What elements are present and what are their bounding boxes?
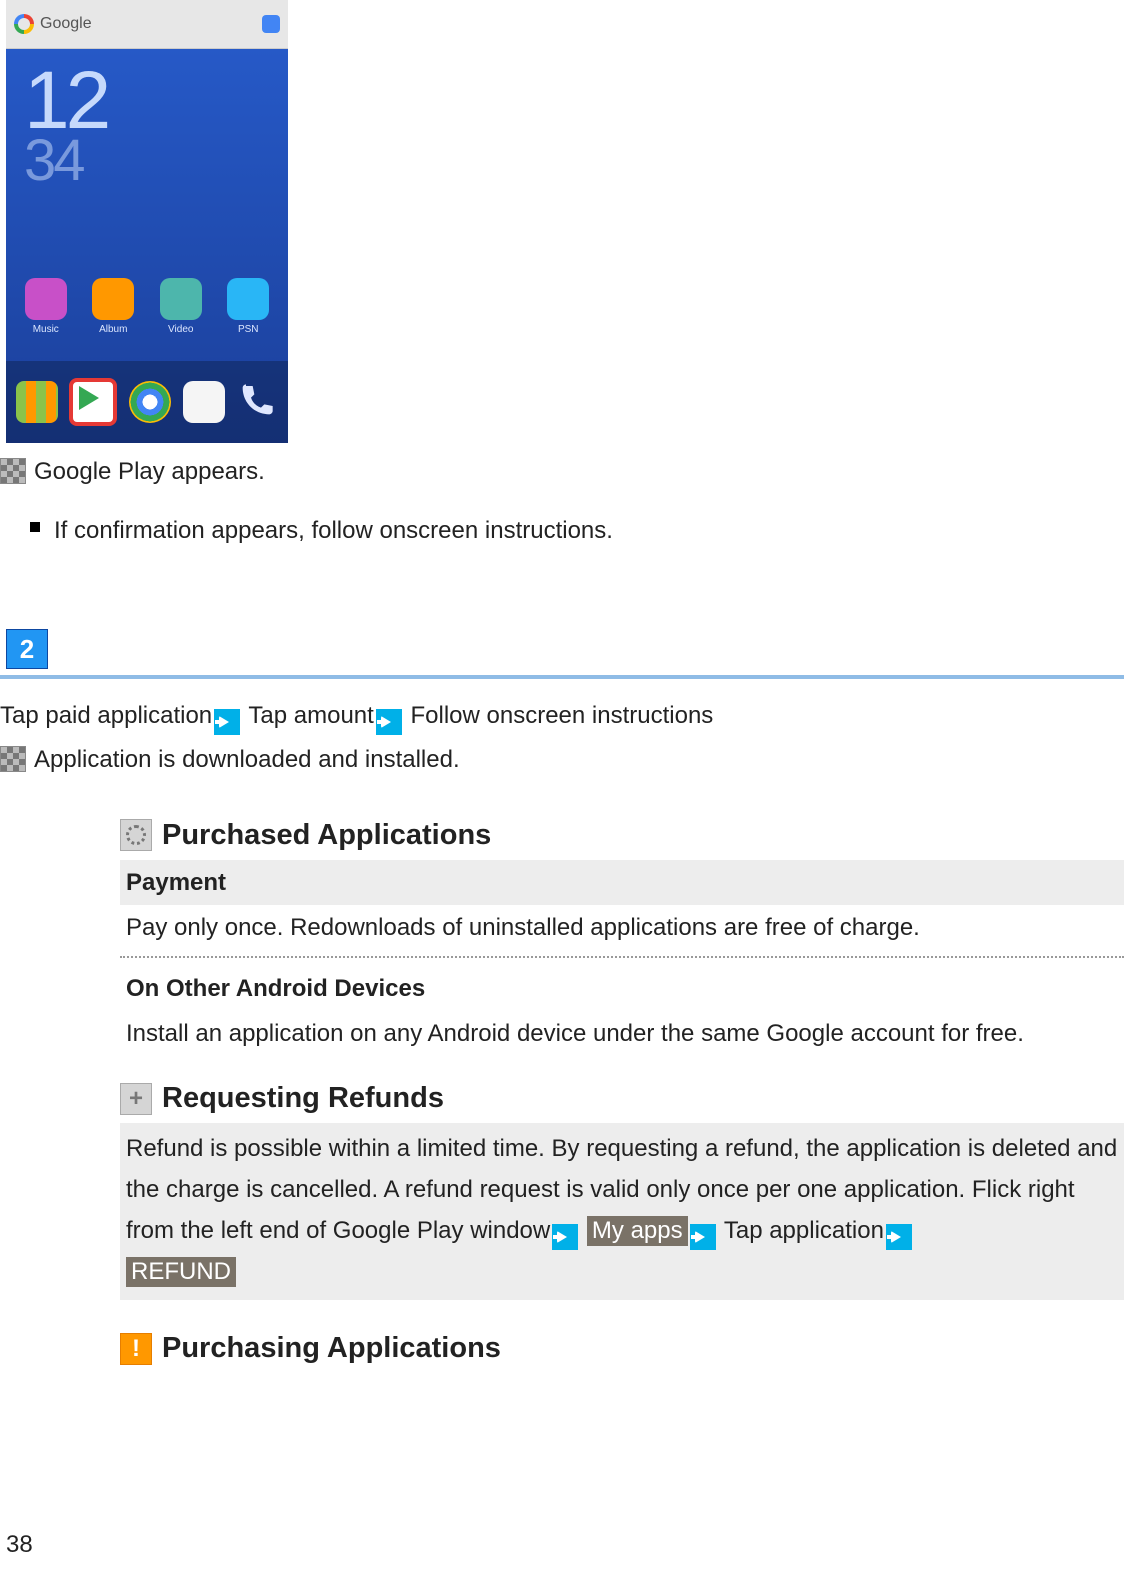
sub-block-other-devices: On Other Android Devices Install an appl… xyxy=(120,966,1124,1056)
note-confirmation: If confirmation appears, follow onscreen… xyxy=(30,512,1124,549)
google-icon xyxy=(14,14,34,34)
phone-dock xyxy=(6,361,288,443)
result-line-google-play: Google Play appears. xyxy=(0,453,1124,490)
result-icon xyxy=(0,458,26,484)
arrow-icon xyxy=(214,709,240,735)
section-title-purchasing: Purchasing Applications xyxy=(162,1326,501,1371)
dotted-divider xyxy=(120,956,1124,958)
app-video: Video xyxy=(160,278,202,335)
chip-my-apps: My apps xyxy=(587,1216,688,1246)
result-icon xyxy=(0,746,26,772)
phone-status-text: Google xyxy=(40,15,92,33)
app-psn: PSN xyxy=(227,278,269,335)
plus-icon xyxy=(120,1083,152,1115)
mail-icon xyxy=(183,381,225,423)
clock-minute: 34 xyxy=(24,132,107,190)
phone-clock-widget: 12 34 xyxy=(24,60,107,194)
arrow-icon xyxy=(376,709,402,735)
step-number-badge: 2 xyxy=(6,629,48,669)
section-header-purchasing: ! Purchasing Applications xyxy=(120,1326,1124,1371)
chrome-icon xyxy=(129,381,171,423)
sub-title-other: On Other Android Devices xyxy=(120,966,1124,1011)
app-music: Music xyxy=(25,278,67,335)
sub-block-payment: Payment Pay only once. Redownloads of un… xyxy=(120,860,1124,950)
arrow-icon xyxy=(552,1224,578,1250)
exclamation-icon: ! xyxy=(120,1333,152,1365)
chip-refund: REFUND xyxy=(126,1257,236,1287)
sub-title-payment: Payment xyxy=(120,860,1124,905)
arrow-icon xyxy=(690,1224,716,1250)
section-header-refunds: Requesting Refunds xyxy=(120,1076,1124,1121)
step2-instructions: Tap paid application Tap amount Follow o… xyxy=(0,697,1124,735)
note-confirmation-text: If confirmation appears, follow onscreen… xyxy=(54,512,613,549)
page-number: 38 xyxy=(6,1531,33,1559)
mic-icon xyxy=(262,15,280,33)
phone-status-bar: Google xyxy=(6,0,288,49)
section-title-purchased: Purchased Applications xyxy=(162,813,491,858)
refund-body: Refund is possible within a limited time… xyxy=(120,1123,1124,1300)
section-header-purchased: Purchased Applications xyxy=(120,813,1124,858)
document-page: Google 12 34 Music Album Video PSN Goog xyxy=(0,0,1124,1577)
result-line-downloaded: Application is downloaded and installed. xyxy=(0,741,1124,778)
sub-body-other: Install an application on any Android de… xyxy=(120,1011,1124,1056)
gear-icon xyxy=(120,819,152,851)
play-store-icon-highlighted xyxy=(69,378,117,426)
apps-drawer-icon xyxy=(16,381,58,423)
app-album: Album xyxy=(92,278,134,335)
section-title-refunds: Requesting Refunds xyxy=(162,1076,444,1121)
phone-screenshot: Google 12 34 Music Album Video PSN xyxy=(6,0,288,443)
phone-icon xyxy=(236,381,278,423)
bullet-icon xyxy=(30,522,40,532)
arrow-icon xyxy=(886,1224,912,1250)
phone-app-row: Music Album Video PSN xyxy=(6,278,288,335)
step-divider xyxy=(0,675,1124,679)
sub-body-payment: Pay only once. Redownloads of uninstalle… xyxy=(120,905,1124,950)
